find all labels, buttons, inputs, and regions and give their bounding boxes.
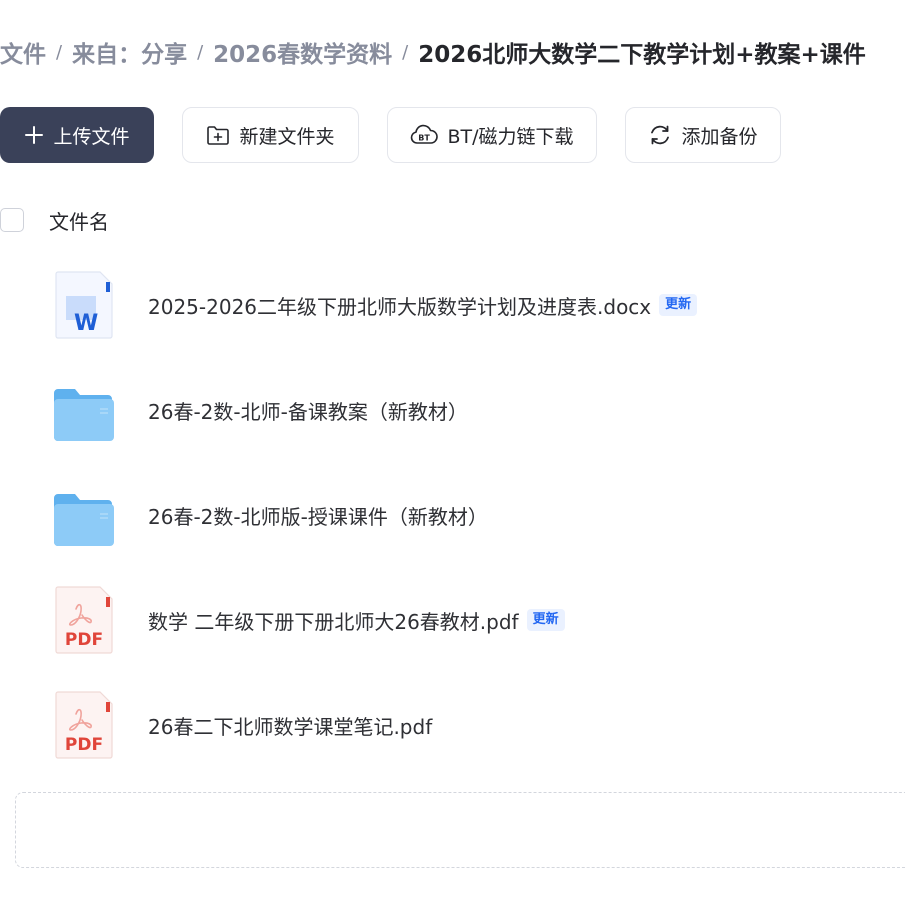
file-row[interactable]: W 2025-2026二年级下册北师大版数学计划及进度表.docx 更新 bbox=[0, 260, 905, 350]
folder-plus-icon bbox=[206, 124, 239, 146]
svg-text:W: W bbox=[74, 311, 98, 336]
select-all-checkbox[interactable] bbox=[0, 208, 24, 232]
add-backup-button[interactable]: 添加备份 bbox=[625, 107, 781, 163]
upload-button[interactable]: 上传文件 bbox=[0, 107, 154, 163]
file-name-text: 2025-2026二年级下册北师大版数学计划及进度表.docx bbox=[148, 294, 652, 319]
breadcrumb-math-materials[interactable]: 2026春数学资料 bbox=[213, 35, 392, 69]
svg-text:PDF: PDF bbox=[65, 630, 103, 650]
breadcrumb-separator: / bbox=[56, 41, 63, 63]
file-name-text: 数学 二年级下册下册北师大26春教材.pdf bbox=[148, 609, 519, 634]
breadcrumb-separator: / bbox=[197, 41, 204, 63]
file-name[interactable]: 26春二下北师数学课堂笔记.pdf bbox=[148, 680, 432, 770]
folder-icon bbox=[52, 480, 118, 550]
bt-magnet-download-button[interactable]: BT BT/磁力链下载 bbox=[387, 107, 597, 163]
breadcrumb: 文件 / 来自：分享 / 2026春数学资料 / 2026北师大数学二下教学计划… bbox=[0, 32, 866, 72]
bt-icon: BT bbox=[410, 124, 447, 146]
sync-icon bbox=[648, 123, 681, 147]
pdf-icon: PDF bbox=[52, 585, 118, 655]
file-name[interactable]: 26春-2数-北师版-授课课件（新教材） bbox=[148, 470, 488, 560]
bt-magnet-download-label: BT/磁力链下载 bbox=[447, 125, 574, 148]
update-badge: 更新 bbox=[659, 294, 698, 316]
new-folder-button[interactable]: 新建文件夹 bbox=[182, 107, 359, 163]
column-header-filename[interactable]: 文件名 bbox=[49, 206, 109, 235]
file-name[interactable]: 26春-2数-北师-备课教案（新教材） bbox=[148, 365, 468, 455]
plus-icon bbox=[24, 125, 53, 145]
svg-text:BT: BT bbox=[419, 134, 431, 143]
add-backup-label: 添加备份 bbox=[681, 125, 758, 148]
breadcrumb-current-folder: 2026北师大数学二下教学计划+教案+课件 bbox=[418, 42, 866, 68]
breadcrumb-separator: / bbox=[402, 41, 409, 63]
file-name-text: 26春二下北师数学课堂笔记.pdf bbox=[148, 714, 433, 739]
file-name-text: 26春-2数-北师-备课教案（新教材） bbox=[148, 399, 468, 424]
pdf-icon: PDF bbox=[52, 690, 118, 760]
folder-icon bbox=[52, 375, 118, 445]
file-row[interactable]: 26春-2数-北师-备课教案（新教材） bbox=[0, 365, 905, 455]
update-badge: 更新 bbox=[526, 609, 565, 631]
file-name[interactable]: 数学 二年级下册下册北师大26春教材.pdf 更新 bbox=[148, 575, 565, 665]
svg-text:PDF: PDF bbox=[65, 735, 103, 755]
new-folder-button-label: 新建文件夹 bbox=[239, 125, 335, 148]
breadcrumb-files[interactable]: 文件 bbox=[0, 35, 46, 69]
file-row[interactable]: PDF 数学 二年级下册下册北师大26春教材.pdf 更新 bbox=[0, 575, 905, 665]
file-list-header: 文件名 bbox=[0, 202, 109, 238]
breadcrumb-from-share[interactable]: 来自：分享 bbox=[72, 35, 187, 69]
upload-button-label: 上传文件 bbox=[53, 125, 130, 148]
file-row[interactable]: 26春-2数-北师版-授课课件（新教材） bbox=[0, 470, 905, 560]
upload-drop-zone[interactable] bbox=[15, 792, 905, 868]
word-doc-icon: W bbox=[52, 270, 118, 340]
file-name-text: 26春-2数-北师版-授课课件（新教材） bbox=[148, 504, 488, 529]
file-name[interactable]: 2025-2026二年级下册北师大版数学计划及进度表.docx 更新 bbox=[148, 260, 698, 350]
file-row[interactable]: PDF 26春二下北师数学课堂笔记.pdf bbox=[0, 680, 905, 770]
